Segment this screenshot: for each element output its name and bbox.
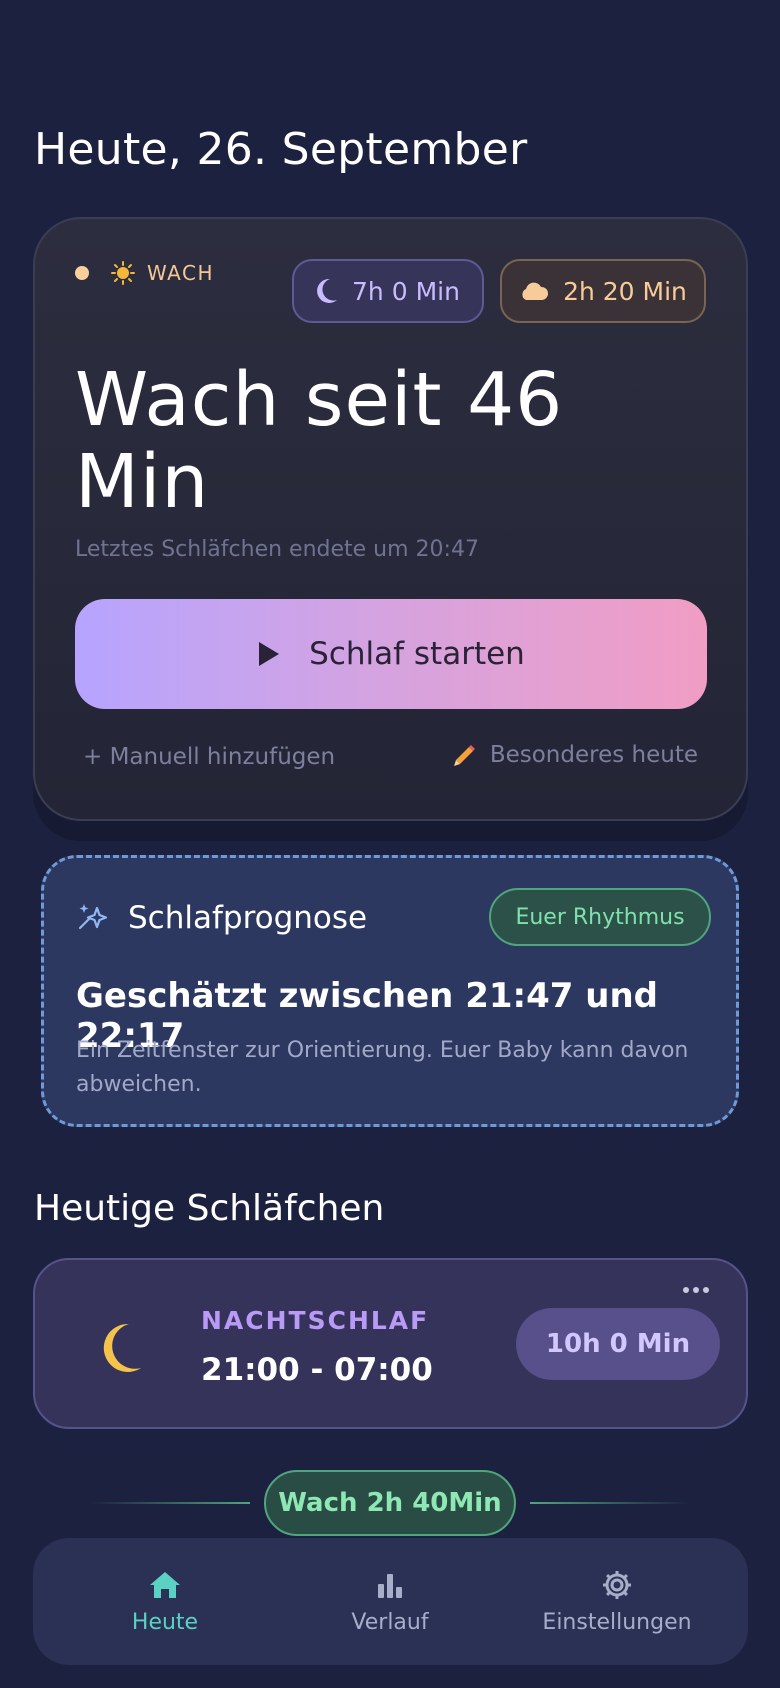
moon-icon (103, 1323, 141, 1372)
sleep-forecast-card: Schlafprognose Euer Rhythmus Geschätzt z… (41, 855, 739, 1127)
nap-type: NACHTSCHLAF (201, 1306, 430, 1335)
forecast-title: Schlafprognose (128, 900, 368, 936)
awake-gap-separator: Wach 2h 40Min (90, 1470, 690, 1536)
cloud-icon (522, 282, 549, 300)
start-sleep-button[interactable]: Schlaf starten (75, 599, 707, 709)
state-label: WACH (147, 261, 215, 285)
nav-label-settings: Einstellungen (542, 1610, 692, 1635)
nav-item-today[interactable]: Heute (55, 1538, 275, 1665)
nav-item-history[interactable]: Verlauf (280, 1538, 500, 1665)
nap-entry-card[interactable]: NACHTSCHLAF 21:00 - 07:00 10h 0 Min (33, 1258, 748, 1429)
nav-item-settings[interactable]: Einstellungen (507, 1538, 727, 1665)
special-today-link[interactable]: Besonderes heute (452, 742, 698, 768)
moon-icon (317, 278, 338, 303)
app-screen: Heute, 26. September WACH 7h 0 Min 2h 20… (0, 0, 780, 1688)
forecast-header: Schlafprognose (76, 900, 367, 936)
rhythm-badge: Euer Rhythmus (489, 888, 711, 946)
bottom-navigation: Heute Verlauf Einstellungen (33, 1538, 748, 1665)
nav-label-today: Heute (131, 1610, 199, 1635)
play-icon (259, 642, 280, 666)
night-sleep-total: 7h 0 Min (352, 276, 460, 306)
awake-gap-badge: Wach 2h 40Min (264, 1470, 516, 1536)
day-sleep-total: 2h 20 Min (563, 276, 687, 306)
separator-line-left (90, 1502, 250, 1504)
awake-duration-heading: Wach seit 46 Min (75, 357, 564, 525)
more-options-icon[interactable] (682, 1286, 710, 1294)
nav-label-history: Verlauf (351, 1610, 429, 1635)
state-dot (75, 266, 89, 280)
gear-icon (603, 1571, 631, 1599)
manual-add-link[interactable]: + Manuell hinzufügen (83, 744, 335, 770)
separator-line-right (530, 1502, 690, 1504)
naps-section-title: Heutige Schläfchen (34, 1188, 385, 1229)
home-icon (150, 1572, 180, 1598)
pencil-icon (453, 745, 475, 766)
sparkle-icon (78, 904, 108, 930)
night-sleep-total-pill: 7h 0 Min (292, 259, 484, 323)
bar-chart-icon (378, 1574, 402, 1598)
nap-time-range: 21:00 - 07:00 (201, 1352, 433, 1388)
state-indicator: WACH (75, 261, 214, 285)
start-sleep-label: Schlaf starten (309, 636, 525, 672)
status-card: WACH 7h 0 Min 2h 20 Min Wach seit 46 Min… (33, 217, 748, 821)
page-title: Heute, 26. September (34, 124, 528, 175)
forecast-note: Ein Zeitfenster zur Orientierung. Euer B… (76, 1038, 689, 1097)
last-nap-text: Letztes Schläfchen endete um 20:47 (75, 537, 479, 562)
day-sleep-total-pill: 2h 20 Min (500, 259, 706, 323)
nap-duration-badge: 10h 0 Min (516, 1308, 720, 1380)
sun-icon (111, 261, 135, 285)
special-today-label: Besonderes heute (489, 742, 698, 768)
